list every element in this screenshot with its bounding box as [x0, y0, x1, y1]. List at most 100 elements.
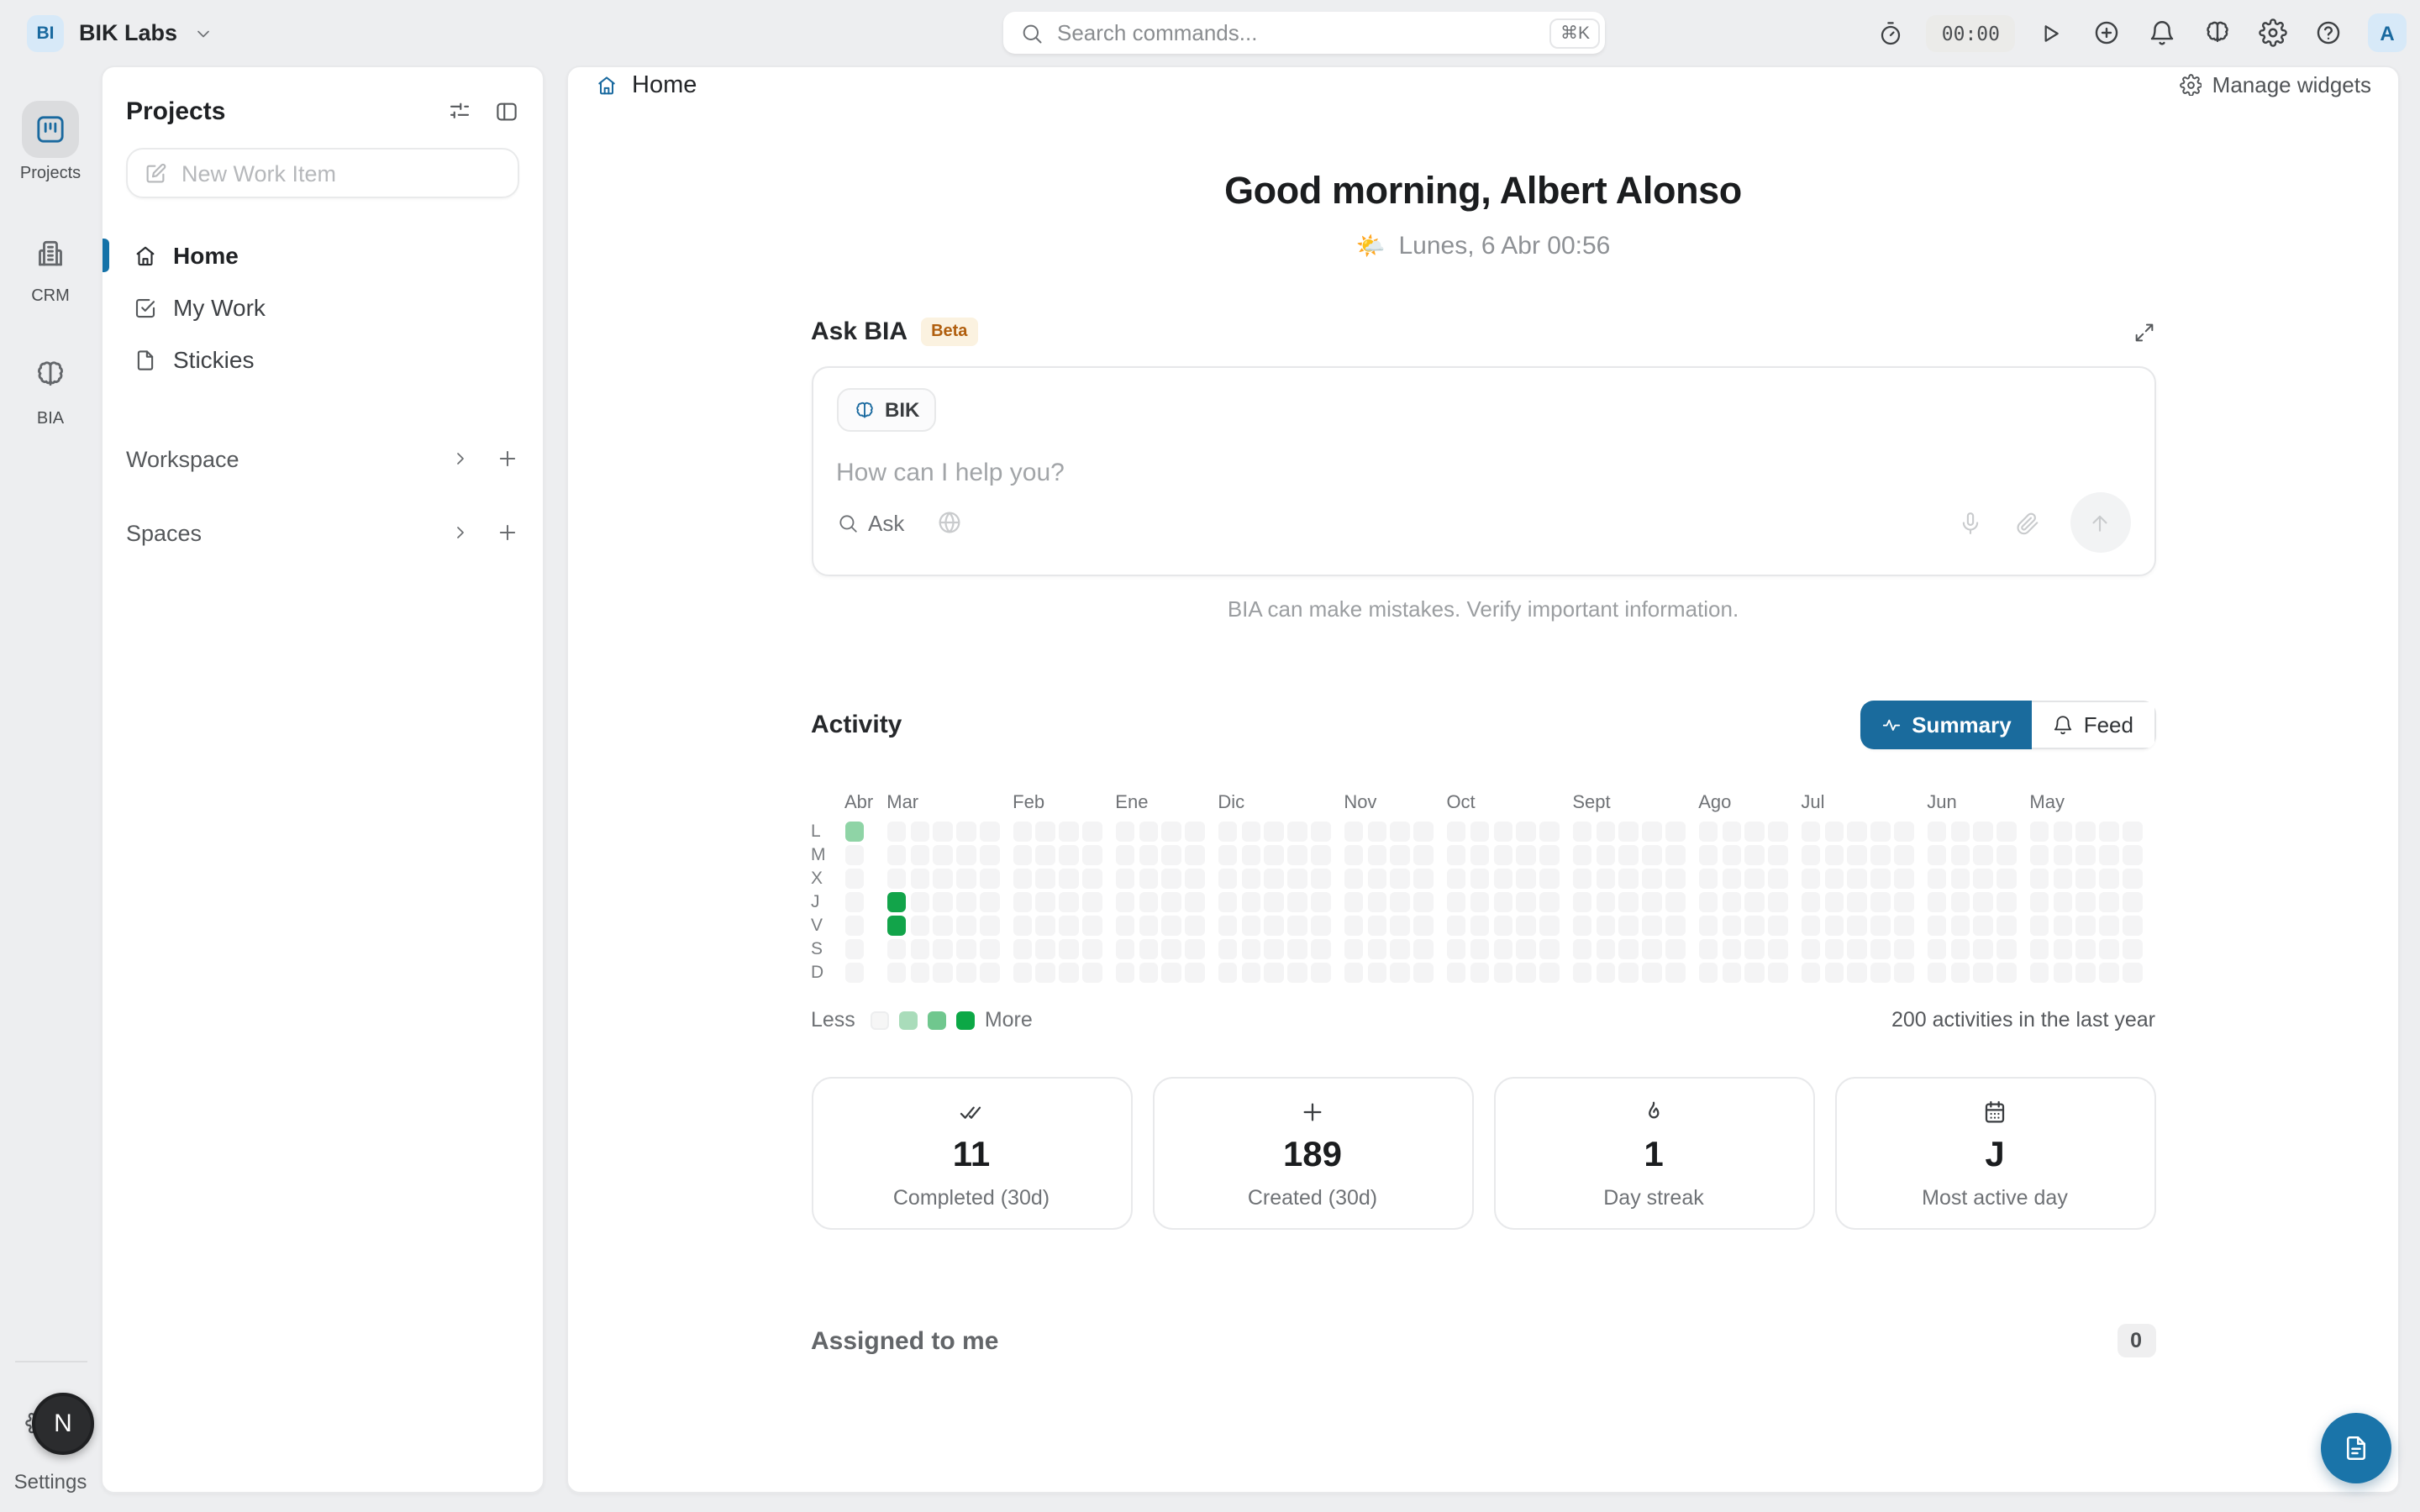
heatmap-cell[interactable]: [1391, 939, 1410, 959]
heatmap-cell[interactable]: [1241, 845, 1260, 865]
heatmap-cell[interactable]: [1619, 963, 1639, 983]
heatmap-cell[interactable]: [1446, 916, 1465, 936]
heatmap-cell[interactable]: [1572, 822, 1591, 842]
heatmap-cell[interactable]: [1698, 845, 1718, 865]
filters-sliders-icon[interactable]: [447, 99, 472, 124]
heatmap-cell[interactable]: [1540, 892, 1560, 912]
heatmap-cell[interactable]: [1288, 869, 1307, 889]
heatmap-cell[interactable]: [1722, 869, 1741, 889]
heatmap-cell[interactable]: [1722, 845, 1741, 865]
heatmap-cell[interactable]: [980, 939, 999, 959]
heatmap-cell[interactable]: [1446, 845, 1465, 865]
heatmap-cell[interactable]: [1312, 845, 1331, 865]
expand-icon[interactable]: [2132, 320, 2155, 344]
heatmap-cell[interactable]: [1950, 963, 1970, 983]
heatmap-cell[interactable]: [2076, 963, 2096, 983]
heatmap-cell[interactable]: [1769, 916, 1788, 936]
heatmap-cell[interactable]: [1013, 845, 1032, 865]
heatmap-cell[interactable]: [2029, 963, 2049, 983]
heatmap-cell[interactable]: [934, 963, 953, 983]
heatmap-cell[interactable]: [1927, 892, 1946, 912]
heatmap-cell[interactable]: [1013, 869, 1032, 889]
heatmap-cell[interactable]: [1596, 845, 1615, 865]
heatmap-cell[interactable]: [1895, 822, 1914, 842]
new-work-item-input[interactable]: New Work Item: [126, 148, 519, 198]
heatmap-cell[interactable]: [2053, 939, 2072, 959]
rail-item-projects[interactable]: Projects: [20, 101, 81, 183]
heatmap-cell[interactable]: [1115, 963, 1134, 983]
heatmap-cell[interactable]: [1344, 869, 1363, 889]
heatmap-cell[interactable]: [1288, 939, 1307, 959]
heatmap-cell[interactable]: [1665, 916, 1685, 936]
heatmap-cell[interactable]: [1974, 845, 1993, 865]
heatmap-cell[interactable]: [1115, 845, 1134, 865]
heatmap-cell[interactable]: [1974, 869, 1993, 889]
heatmap-cell[interactable]: [1927, 916, 1946, 936]
heatmap-cell[interactable]: [1013, 822, 1032, 842]
heatmap-cell[interactable]: [2100, 963, 2119, 983]
heatmap-cell[interactable]: [1241, 892, 1260, 912]
heatmap-cell[interactable]: [910, 869, 929, 889]
heatmap-cell[interactable]: [1186, 963, 1205, 983]
heatmap-cell[interactable]: [2100, 916, 2119, 936]
heatmap-cell[interactable]: [1391, 892, 1410, 912]
heatmap-cell[interactable]: [1895, 939, 1914, 959]
heatmap-cell[interactable]: [1517, 916, 1536, 936]
heatmap-cell[interactable]: [1572, 845, 1591, 865]
attachment-paperclip-icon[interactable]: [2014, 510, 2039, 535]
heatmap-cell[interactable]: [1083, 892, 1102, 912]
heatmap-cell[interactable]: [1895, 845, 1914, 865]
heatmap-cell[interactable]: [1218, 822, 1237, 842]
tab-summary[interactable]: Summary: [1860, 701, 2032, 749]
heatmap-cell[interactable]: [2053, 916, 2072, 936]
heatmap-cell[interactable]: [1572, 869, 1591, 889]
heatmap-cell[interactable]: [2053, 963, 2072, 983]
heatmap-cell[interactable]: [1824, 892, 1844, 912]
heatmap-cell[interactable]: [1997, 845, 2017, 865]
heatmap-cell[interactable]: [1997, 963, 2017, 983]
heatmap-cell[interactable]: [1974, 916, 1993, 936]
heatmap-cell[interactable]: [910, 822, 929, 842]
heatmap-cell[interactable]: [980, 916, 999, 936]
heatmap-cell[interactable]: [2100, 892, 2119, 912]
heatmap-cell[interactable]: [1698, 822, 1718, 842]
heatmap-cell[interactable]: [886, 822, 906, 842]
heatmap-cell[interactable]: [1139, 963, 1158, 983]
add-icon[interactable]: [496, 447, 519, 470]
heatmap-cell[interactable]: [1139, 869, 1158, 889]
heatmap-cell[interactable]: [1391, 822, 1410, 842]
heatmap-cell[interactable]: [1470, 892, 1489, 912]
heatmap-cell[interactable]: [980, 963, 999, 983]
heatmap-cell[interactable]: [1974, 963, 1993, 983]
heatmap-cell[interactable]: [1745, 869, 1765, 889]
heatmap-cell[interactable]: [1769, 963, 1788, 983]
heatmap-cell[interactable]: [1367, 939, 1386, 959]
heatmap-cell[interactable]: [1218, 963, 1237, 983]
heatmap-cell[interactable]: [2053, 845, 2072, 865]
heatmap-cell[interactable]: [2076, 822, 2096, 842]
heatmap-cell[interactable]: [1367, 845, 1386, 865]
heatmap-cell[interactable]: [1824, 939, 1844, 959]
heatmap-cell[interactable]: [1470, 963, 1489, 983]
heatmap-cell[interactable]: [844, 963, 864, 983]
heatmap-cell[interactable]: [1974, 939, 1993, 959]
heatmap-cell[interactable]: [1083, 939, 1102, 959]
heatmap-cell[interactable]: [2123, 939, 2143, 959]
heatmap-cell[interactable]: [1036, 822, 1055, 842]
heatmap-cell[interactable]: [886, 845, 906, 865]
tab-feed[interactable]: Feed: [2032, 701, 2155, 749]
heatmap-cell[interactable]: [1950, 845, 1970, 865]
search-input[interactable]: Search commands... ⌘K: [1003, 12, 1605, 54]
heatmap-cell[interactable]: [1060, 822, 1079, 842]
heatmap-cell[interactable]: [1824, 869, 1844, 889]
globe-icon[interactable]: [936, 509, 963, 536]
sidebar-item-stickies[interactable]: Stickies: [126, 339, 519, 380]
heatmap-cell[interactable]: [980, 892, 999, 912]
heatmap-cell[interactable]: [1665, 822, 1685, 842]
heatmap-cell[interactable]: [1367, 963, 1386, 983]
heatmap-cell[interactable]: [1517, 869, 1536, 889]
heatmap-cell[interactable]: [1572, 916, 1591, 936]
chevron-right-icon[interactable]: [450, 522, 471, 543]
toggle-sidebar-icon[interactable]: [494, 99, 519, 124]
heatmap-cell[interactable]: [1139, 845, 1158, 865]
